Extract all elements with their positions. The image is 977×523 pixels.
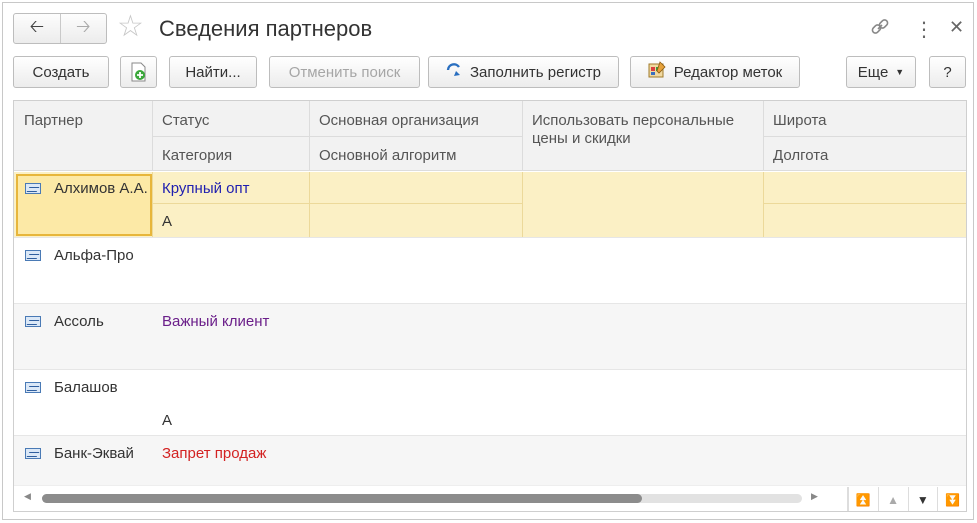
table-row[interactable]: Алхимов А.А. Крупный опт А — [14, 172, 966, 238]
status-value: Важный клиент — [162, 313, 270, 330]
partners-table: Партнер Статус Категория Основная органи… — [13, 100, 967, 512]
column-header-latitude[interactable]: Широта — [763, 112, 837, 130]
column-header-category[interactable]: Категория — [152, 147, 242, 165]
add-copy-button[interactable] — [120, 56, 157, 88]
table-row[interactable]: Ассоль Важный клиент — [14, 304, 966, 370]
add-document-icon — [131, 62, 145, 82]
status-value: Крупный опт — [162, 180, 250, 197]
scroll-right-icon[interactable]: ▶ — [811, 491, 818, 502]
table-row[interactable]: Балашов А — [14, 370, 966, 436]
favorite-star-icon[interactable]: ☆ — [117, 10, 144, 44]
last-row-icon[interactable]: ⏬ — [937, 487, 966, 511]
cancel-search-button[interactable]: Отменить поиск — [269, 56, 420, 88]
prev-page-icon[interactable]: ▲ — [877, 487, 908, 511]
scroll-left-icon[interactable]: ◀ — [24, 491, 31, 502]
more-vertical-icon[interactable]: ⋮ — [914, 17, 934, 42]
more-button[interactable]: Еще ▼ — [846, 56, 916, 88]
partner-name: Балашов — [54, 379, 118, 396]
column-header-longitude[interactable]: Долгота — [763, 147, 838, 165]
category-value: А — [162, 213, 173, 230]
column-header-status[interactable]: Статус — [152, 112, 219, 130]
fill-register-button[interactable]: Заполнить регистр — [428, 56, 619, 88]
forward-arrow-icon[interactable]: 🡢 — [61, 14, 107, 43]
table-row[interactable]: Банк-Эквай Запрет продаж — [14, 436, 966, 486]
help-button[interactable]: ? — [929, 56, 966, 88]
history-navigation: 🡠 🡢 — [13, 13, 107, 44]
back-arrow-icon[interactable]: 🡠 — [14, 14, 61, 43]
partner-icon — [25, 316, 41, 327]
partner-name: Алхимов А.А. — [54, 180, 148, 197]
close-icon[interactable]: ✕ — [949, 17, 964, 38]
title-bar: 🡠 🡢 ☆ Сведения партнеров ⋮ ✕ — [3, 3, 973, 55]
partner-name: Альфа-Про — [54, 247, 134, 264]
create-button[interactable]: Создать — [13, 56, 109, 88]
first-row-icon[interactable]: ⏫ — [848, 487, 878, 511]
command-bar: Создать Найти... Отменить поиск Заполнит… — [3, 55, 973, 95]
horizontal-scrollbar[interactable]: ◀ ▶ ⏫ ▲ ▼ ⏬ — [14, 485, 966, 511]
table-row[interactable]: Альфа-Про — [14, 238, 966, 304]
fill-arrow-icon — [446, 62, 462, 82]
partner-info-window: 🡠 🡢 ☆ Сведения партнеров ⋮ ✕ Создать Най… — [2, 2, 974, 520]
partner-icon — [25, 448, 41, 459]
fill-register-label: Заполнить регистр — [469, 63, 602, 81]
column-header-partner[interactable]: Партнер — [14, 112, 93, 130]
column-header-org[interactable]: Основная организация — [309, 112, 489, 130]
column-header-personal-prices[interactable]: Использовать персональные цены и скидки — [522, 112, 762, 148]
partner-icon — [25, 183, 41, 194]
list-navigation: ⏫ ▲ ▼ ⏬ — [847, 487, 966, 511]
partner-name: Банк-Эквай — [54, 445, 134, 462]
tag-editor-label: Редактор меток — [673, 63, 783, 81]
status-value: Запрет продаж — [162, 445, 267, 462]
partner-icon — [25, 250, 41, 261]
partner-name: Ассоль — [54, 313, 104, 330]
page-title: Сведения партнеров — [159, 16, 373, 41]
category-value: А — [162, 412, 173, 429]
more-label: Еще — [857, 63, 889, 81]
dropdown-caret-icon: ▼ — [895, 67, 905, 77]
tag-editor-icon — [648, 61, 666, 83]
scroll-thumb[interactable] — [42, 494, 642, 503]
find-button[interactable]: Найти... — [169, 56, 257, 88]
tag-editor-button[interactable]: Редактор меток — [630, 56, 800, 88]
table-header: Партнер Статус Категория Основная органи… — [14, 101, 966, 171]
next-page-icon[interactable]: ▼ — [907, 487, 938, 511]
partner-icon — [25, 382, 41, 393]
link-icon[interactable] — [869, 17, 891, 42]
column-header-algorithm[interactable]: Основной алгоритм — [309, 147, 466, 165]
